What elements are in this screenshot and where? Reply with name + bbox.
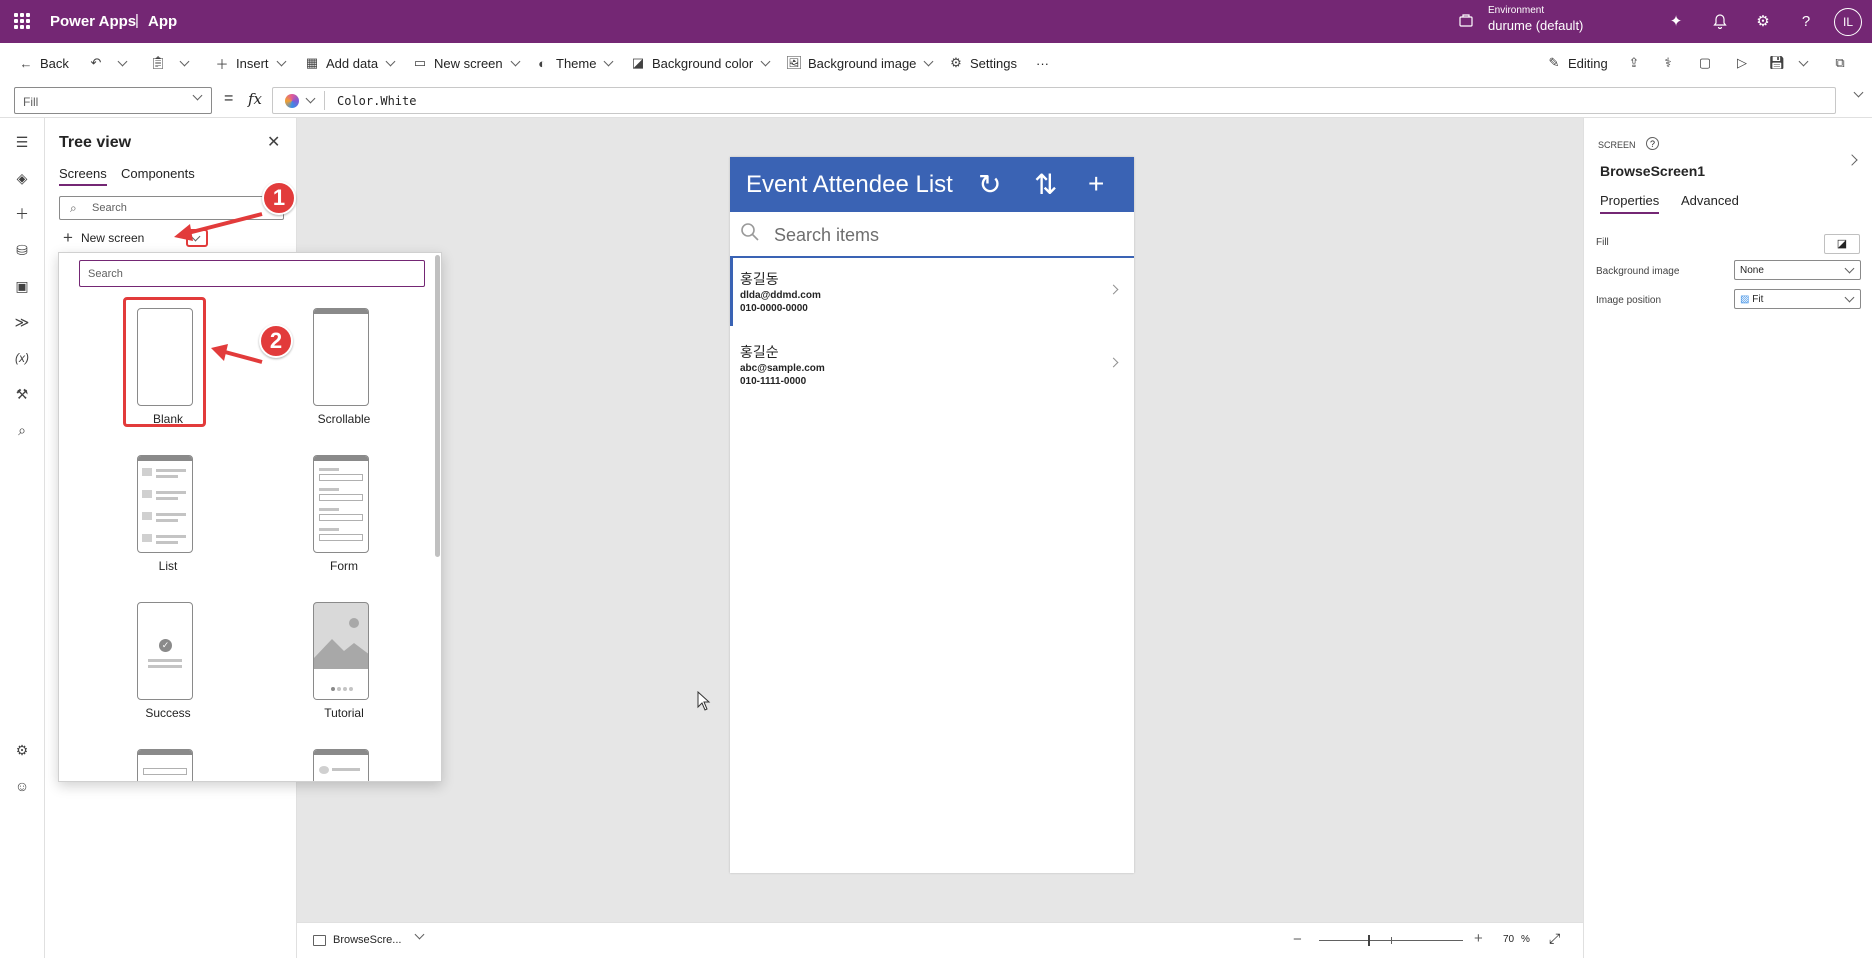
- fill-label: Fill: [1596, 237, 1609, 248]
- mouse-cursor-icon: [697, 691, 711, 711]
- annotation-badge-2: 2: [259, 324, 293, 358]
- properties-pane: SCREEN ? BrowseScreen1 Properties Advanc…: [1583, 118, 1872, 958]
- zoom-value[interactable]: 70: [1503, 934, 1514, 945]
- chevron-down-icon[interactable]: [414, 929, 425, 940]
- tab-properties[interactable]: Properties: [1600, 193, 1660, 214]
- bottom-bar: BrowseScre... − + 70 % ⤢: [297, 922, 1583, 958]
- chevron-right-icon[interactable]: [1846, 154, 1858, 166]
- screen-icon: [313, 935, 326, 946]
- image-position-dropdown[interactable]: ▨ Fit: [1734, 289, 1861, 309]
- paint-bucket-icon: ◪: [1836, 238, 1848, 250]
- tab-advanced[interactable]: Advanced: [1681, 193, 1739, 208]
- zoom-slider-tick: [1391, 937, 1392, 944]
- zoom-unit: %: [1521, 934, 1530, 945]
- zoom-out-icon[interactable]: −: [1293, 931, 1302, 948]
- annotation-badge-1: 1: [262, 181, 296, 215]
- chevron-down-icon: [1844, 292, 1855, 303]
- help-icon[interactable]: ?: [1646, 137, 1659, 150]
- image-position-label: Image position: [1596, 295, 1662, 306]
- zoom-slider[interactable]: [1319, 935, 1463, 946]
- chevron-down-icon: [1844, 263, 1855, 274]
- background-image-dropdown[interactable]: None: [1734, 260, 1861, 280]
- background-image-label: Background image: [1596, 266, 1680, 277]
- zoom-in-icon[interactable]: +: [1474, 930, 1483, 947]
- fit-to-window-icon[interactable]: ⤢: [1549, 930, 1560, 947]
- zoom-slider-thumb[interactable]: [1368, 935, 1370, 946]
- fill-color-picker[interactable]: ◪: [1824, 234, 1860, 254]
- control-kind-label: SCREEN: [1598, 140, 1636, 150]
- screen-selector[interactable]: BrowseScre...: [333, 934, 401, 946]
- selected-screen-name[interactable]: BrowseScreen1: [1600, 163, 1705, 179]
- image-icon: ▨: [1740, 294, 1753, 305]
